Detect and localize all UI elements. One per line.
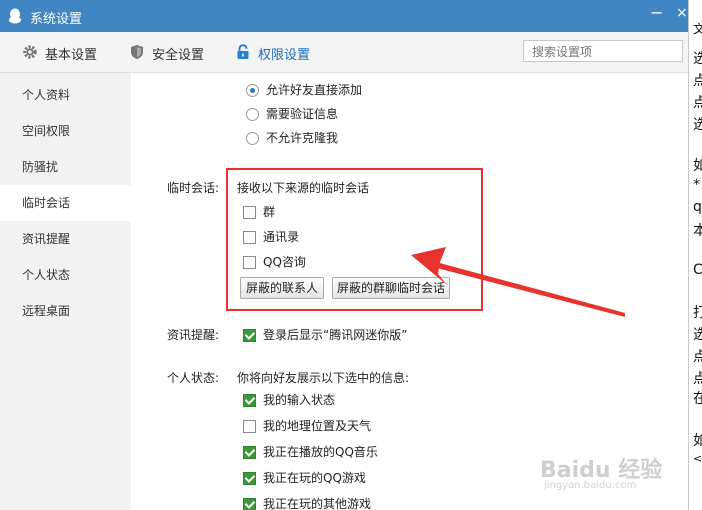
radio-disallow-clone[interactable] [246,132,259,145]
lock-icon [237,44,249,59]
checkbox-qq-music[interactable] [243,446,256,459]
text-fragment: C [693,262,702,278]
sidebar-item-profile[interactable]: 个人资料 [0,77,131,113]
checkbox-typing-status[interactable] [243,394,256,407]
temp-session-heading: 接收以下来源的临时会话 [237,181,370,195]
text-fragment: q [693,199,702,215]
text-fragment: 打 [693,302,702,322]
close-button[interactable]: × [676,5,688,21]
qq-penguin-icon [9,8,21,24]
personal-status-label: 个人状态: [167,371,220,385]
text-fragment: 点 [693,368,702,388]
tab-label: 权限设置 [258,48,311,63]
text-fragment: 本 [693,220,702,240]
background-window-strip: 文 选 点 点 选 如 * q 本 C 打 选 点 点 在 如 < [688,0,702,510]
option-label: 我正在玩的其他游戏 [263,497,372,510]
blocked-group-chats-button[interactable]: 屏蔽的群聊临时会话 [332,277,450,299]
personal-status-heading: 你将向好友展示以下选中的信息: [237,371,410,385]
option-label: 我正在播放的QQ音乐 [263,445,378,459]
radio-require-verification[interactable] [246,108,259,121]
search-box[interactable] [523,40,684,62]
option-label: 我的地理位置及天气 [263,419,372,433]
checkbox-show-tencent-mini[interactable] [243,329,256,342]
title-bar: 系统设置 − × [0,0,688,32]
window-title: 系统设置 [30,12,83,27]
text-fragment: 点 [693,346,702,366]
sidebar-item-personal-status[interactable]: 个人状态 [0,257,131,293]
tab-label: 基本设置 [45,48,98,63]
blocked-contacts-button[interactable]: 屏蔽的联系人 [240,277,324,299]
radio-allow-direct-add[interactable] [246,84,259,97]
minimize-button[interactable]: − [650,3,663,22]
text-fragment: 如 [693,430,702,450]
text-fragment: 如 [693,155,702,175]
option-label: 允许好友直接添加 [266,83,363,97]
checkbox-other-games[interactable] [243,498,256,510]
text-fragment: 点 [693,92,702,112]
text-fragment: < [693,452,702,465]
text-fragment: 选 [693,48,702,68]
checkbox-qq-game[interactable] [243,472,256,485]
option-label: 需要验证信息 [266,107,339,121]
checkbox-group[interactable] [243,206,256,219]
text-fragment: 选 [693,114,702,134]
news-reminder-label: 资讯提醒: [167,328,220,342]
option-label: 我正在玩的QQ游戏 [263,471,366,485]
option-label: 群 [263,205,276,219]
gear-icon [23,45,37,59]
option-label: 我的输入状态 [263,393,336,407]
text-fragment: 点 [693,70,702,90]
text-fragment: 选 [693,324,702,344]
sidebar-item-news-reminder[interactable]: 资讯提醒 [0,221,131,257]
settings-toolbar: 基本设置 安全设置 权限设置 [0,32,688,73]
baidu-watermark-url: jingyan.baidu.com [544,480,637,491]
text-fragment: * [693,177,700,193]
option-label: 不允许克隆我 [266,131,339,145]
text-fragment: 文 [693,20,702,37]
option-label: 通讯录 [263,230,300,244]
checkbox-contacts[interactable] [243,231,256,244]
sidebar-item-remote-desktop[interactable]: 远程桌面 [0,293,131,329]
settings-panel: 允许好友直接添加 需要验证信息 不允许克隆我 临时会话: 接收以下来源的临时会话… [131,73,688,510]
option-label: 登录后显示“腾讯网迷你版” [263,328,408,342]
checkbox-location-weather[interactable] [243,420,256,433]
option-label: QQ咨询 [263,255,306,269]
search-input[interactable] [530,42,684,62]
settings-window: 系统设置 − × 基本设置 安全设置 权限设置 搜索设置项 个人资料 空间权限 … [0,0,688,510]
sidebar-item-space-permissions[interactable]: 空间权限 [0,113,131,149]
shield-icon [131,45,143,59]
text-fragment: 在 [693,388,702,408]
sidebar-item-anti-harassment[interactable]: 防骚扰 [0,149,131,185]
temp-session-label: 临时会话: [167,181,220,195]
tab-label: 安全设置 [152,48,205,63]
sidebar: 个人资料 空间权限 防骚扰 临时会话 资讯提醒 个人状态 远程桌面 [0,73,131,510]
sidebar-item-temp-session[interactable]: 临时会话 [0,185,131,221]
checkbox-qq-consult[interactable] [243,256,256,269]
